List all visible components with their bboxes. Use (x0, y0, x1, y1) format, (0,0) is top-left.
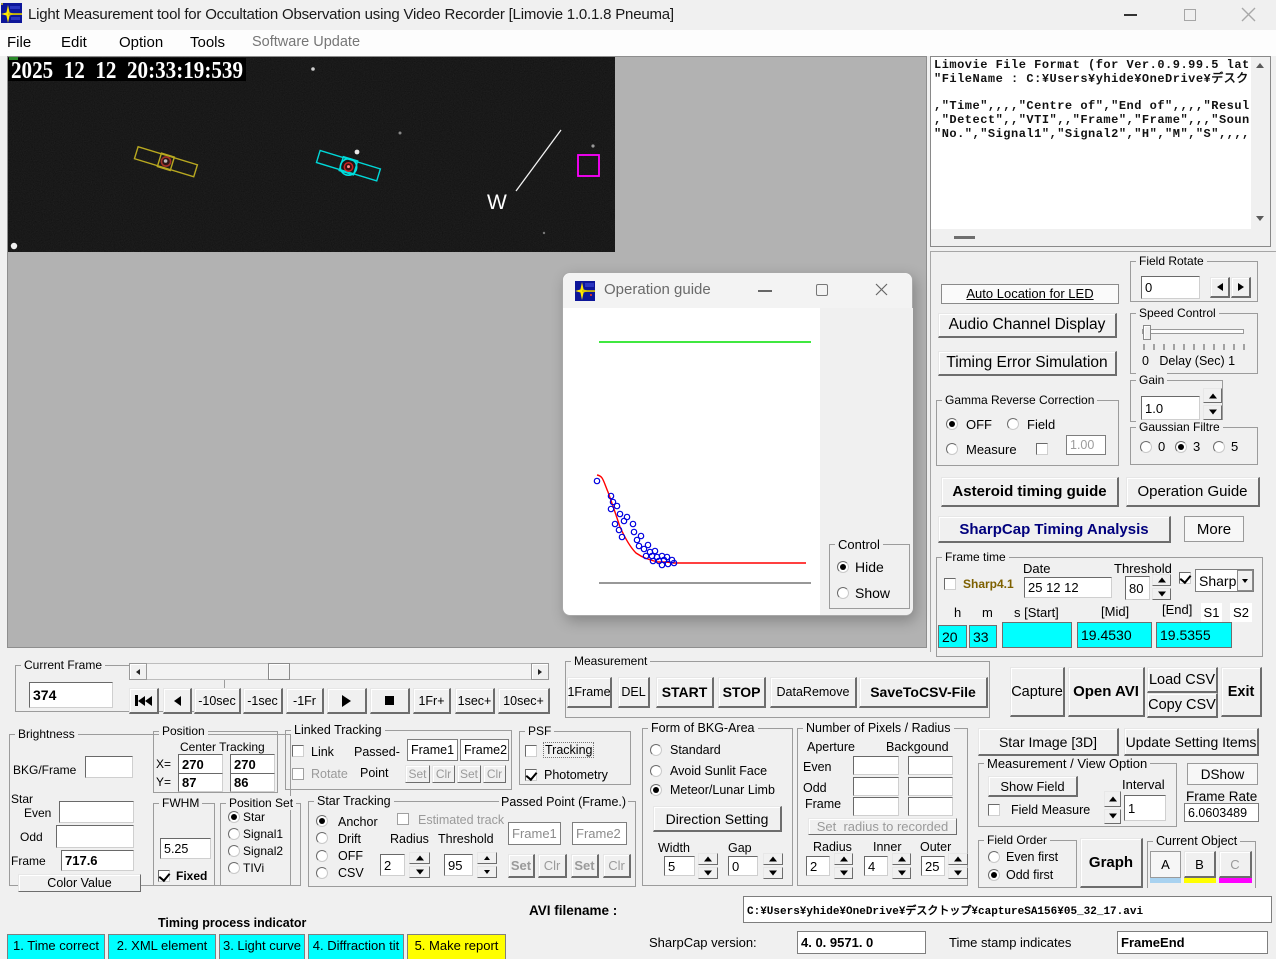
svg-text:W: W (487, 191, 507, 214)
svg-text:2025 12 12 20:33:19:539: 2025 12 12 20:33:19:539 (11, 58, 243, 84)
